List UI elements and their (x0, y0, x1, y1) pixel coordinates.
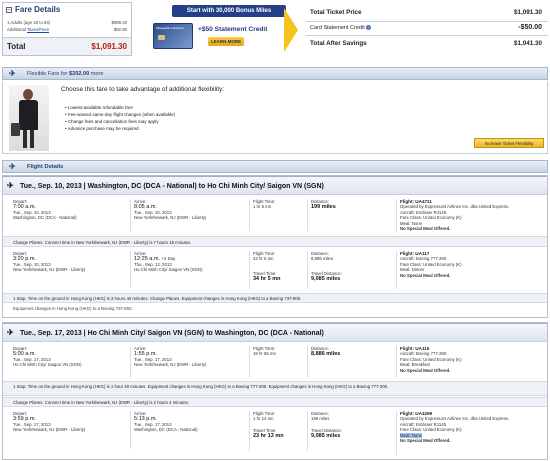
card-chip-icon (158, 35, 165, 40)
stop-note: 1 Stop. Time on the ground in Hong Kong … (3, 293, 547, 303)
travel-time: 23 hr 13 mn (253, 433, 284, 439)
equipment-note: Equipment changes in Hong Kong (HKG) to … (13, 306, 133, 311)
arrive-airport: New York/Newark, NJ (EWR - Liberty) (134, 362, 207, 367)
fare-total-row: Total $1,091.30 (3, 37, 131, 55)
connection-note: Change Planes. Connect time in New York/… (3, 397, 547, 407)
flight-segment: Depart: 3:59 p.m. Tue., Sep. 17, 2013 Ne… (3, 409, 547, 459)
trip-header: ✈ Tue., Sep. 17, 2013 | Ho Chi Minh City… (3, 323, 547, 342)
special-meal: No Special Meal Offered. (400, 367, 451, 373)
traveler-photo (9, 85, 49, 151)
trip-outbound: ✈ Tue., Sep. 10, 2013 | Washington, DC (… (2, 175, 548, 318)
additional-row: Additional Taxes/Fees (7, 27, 49, 32)
flexible-intro: Choose this fare to take advantage of ad… (61, 86, 225, 93)
depart-airport: Ho Chi Minh City/ Saigon VN (SGN) (13, 362, 82, 367)
credit-offer: +$50 Statement Credit (198, 26, 268, 33)
fare-details-panel: – Fare Details 1 Adults (age 18 to 64) $… (2, 2, 132, 56)
arrive-airport: New York/Newark, NJ (EWR - Liberty) (134, 215, 207, 220)
trip-return: ✈ Tue., Sep. 17, 2013 | Ho Chi Minh City… (2, 322, 548, 460)
distance: 199 miles (311, 416, 330, 421)
special-meal: No Special Meal Offered. (400, 226, 451, 232)
fare-details-title: Fare Details (15, 5, 61, 14)
trip-header: ✈ Tue., Sep. 10, 2013 | Washington, DC (… (3, 176, 547, 195)
credit-row: Card Statement Credit ? (310, 25, 372, 31)
connection-note: Change Planes. Connect time in New York/… (3, 236, 547, 247)
flight-details-header[interactable]: ✈ Flight Details (2, 160, 548, 173)
airplane-icon: ✈ (9, 69, 16, 78)
minus-icon[interactable]: – (6, 7, 12, 13)
airplane-icon: ✈ (9, 162, 16, 171)
special-meal: No Special Meal Offered. (400, 272, 451, 278)
flight-details-title: Flight Details (27, 164, 64, 170)
meal: Meal: None (400, 432, 422, 438)
distance: 199 miles (311, 204, 336, 210)
flight-time: 1 hr 14 mn (253, 416, 274, 421)
additional-label: Additional (7, 27, 26, 32)
list-item: • Change fees and cancellation fees may … (65, 119, 159, 124)
flexible-fare-title: Flexible Fare for $202.00 more (27, 71, 104, 77)
price-summary: Total Ticket Price $1,091.30 Card Statem… (306, 4, 548, 54)
airplane-icon: ✈ (7, 181, 14, 190)
arrive-airport: Ho Chi Minh City/ Saigon VN (SGN) (134, 267, 203, 272)
flexible-benefits-list: • Lowest-available refundable fare • Fee… (65, 104, 175, 132)
flight-time: 1 hr 5 mn (253, 204, 272, 209)
total-price: $1,091.30 (91, 42, 127, 51)
list-item: • Advance purchase may be required (65, 126, 139, 131)
info-icon[interactable]: ? (366, 25, 372, 30)
airplane-icon: ✈ (7, 328, 14, 337)
travel-distance: 9,085 miles (311, 433, 341, 439)
flight-segment: Depart: 7:00 a.m. Tue., Sep. 10, 2013 Wa… (3, 197, 547, 235)
after-savings-label: Total After Savings (310, 40, 367, 47)
travel-time: 34 hr 5 mn (253, 276, 281, 282)
learn-more-button[interactable]: LEARN MORE (208, 37, 244, 46)
flight-segment: Depart: 3:20 p.m. Tue., Sep. 10, 2013 Ne… (3, 249, 547, 291)
credit-label: Card Statement Credit (310, 25, 365, 31)
flexible-price: $202.00 (68, 71, 90, 77)
taxes-fees-link[interactable]: Taxes/Fees (27, 27, 49, 32)
distance: 8,886 miles (311, 351, 341, 357)
trip-route-title: Tue., Sep. 10, 2013 | Washington, DC (DC… (20, 183, 324, 190)
travel-distance: 9,085 miles (311, 276, 341, 282)
list-item: • Lowest-available refundable fare (65, 105, 133, 110)
depart-airport: New York/Newark, NJ (EWR - Liberty) (13, 427, 86, 432)
flight-segment: Depart: 5:00 a.m. Tue., Sep. 17, 2013 Ho… (3, 344, 547, 380)
flight-time: 22 hr 5 mn (253, 256, 274, 261)
after-savings-value: $1,041.30 (513, 40, 542, 47)
total-label: Total (7, 42, 26, 51)
adults-price: $998.40 (111, 20, 127, 25)
depart-airport: New York/Newark, NJ (EWR - Liberty) (13, 267, 86, 272)
card-text: MileagePlus Explorer (156, 26, 185, 30)
flexible-fare-header[interactable]: ✈ Flexible Fare for $202.00 more (2, 67, 548, 80)
additional-price: $92.90 (113, 27, 127, 32)
credit-card-image: MileagePlus Explorer (153, 23, 193, 49)
stop-note: 1 Stop. Time on the ground in Hong Kong … (3, 381, 547, 396)
flexible-suffix: more (89, 71, 104, 77)
ticket-price: $1,091.30 (513, 9, 542, 16)
list-item: • Fee-waived same-day flight changes (wh… (65, 112, 176, 117)
trip-route-title: Tue., Sep. 17, 2013 | Ho Chi Minh City/ … (20, 330, 324, 337)
plus-days-badge: +2 Day (161, 256, 176, 261)
flexible-fare-body: Choose this fare to take advantage of ad… (2, 81, 548, 154)
promo-banner[interactable]: Start with 30,000 Bonus Miles MileagePlu… (148, 2, 298, 56)
depart-airport: Washington, DC (DCA - National) (13, 215, 77, 220)
flight-time: 19 hr 55 mn (253, 351, 276, 356)
special-meal: No Special Meal Offered. (400, 438, 451, 444)
adults-label: 1 Adults (age 18 to 64) (7, 20, 51, 25)
credit-value: -$50.00 (518, 24, 542, 31)
arrive-airport: Washington, DC (DCA - National) (134, 427, 198, 432)
flexible-prefix: Flexible Fare for (27, 71, 69, 77)
ticket-price-label: Total Ticket Price (310, 9, 362, 16)
arrow-chevron-icon (284, 8, 298, 52)
increase-flexibility-button[interactable]: Increase Ticket Flexibility (474, 138, 544, 148)
promo-headline: Start with 30,000 Bonus Miles (172, 5, 286, 17)
distance: 8,886 miles (311, 256, 333, 261)
